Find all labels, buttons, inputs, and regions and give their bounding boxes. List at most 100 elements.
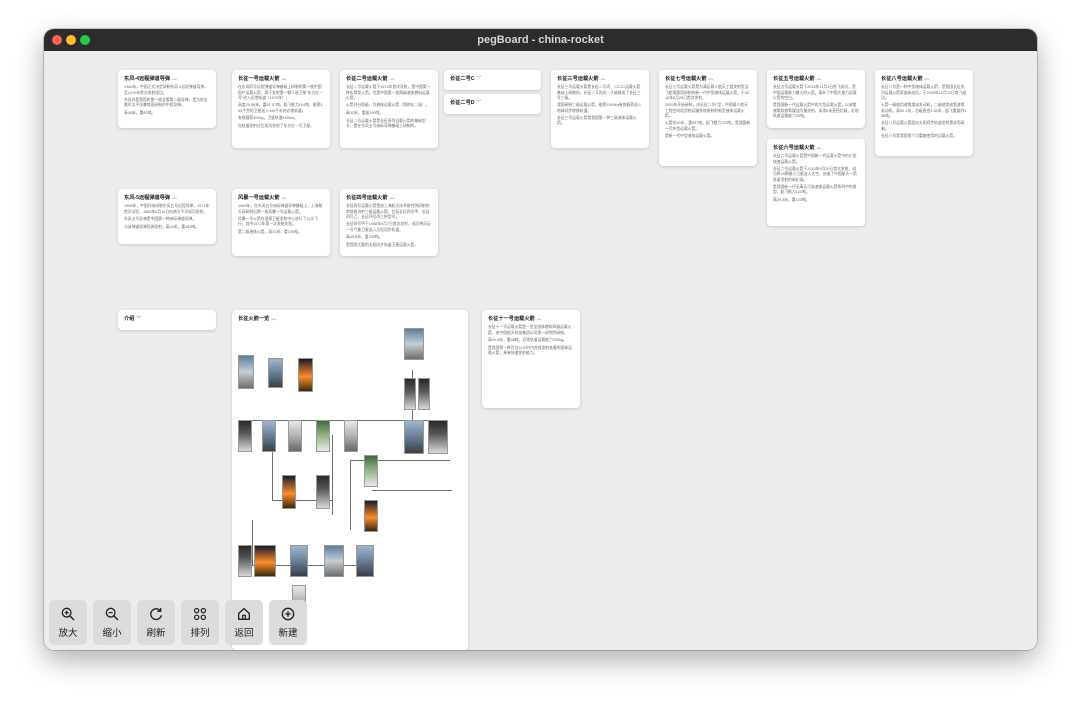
chevron-up-icon[interactable]: ︿ — [172, 76, 177, 82]
card-cz6[interactable]: 长征六号运载火箭 ︿ 长征六号运载火箭是中国新一代运载火箭中的小型快速运载火箭。 … — [767, 139, 865, 226]
card-text: 长征十一号运载火箭是一型全固体燃料四级运载火箭，由中国航天科技集团公司第一研究院… — [488, 325, 572, 335]
zoom-out-label: 缩小 — [102, 628, 122, 639]
card-text: 长征六号运载火箭于2015年9月20日首次发射，成功将20颗微小卫星送入太空，创… — [773, 167, 857, 182]
close-window-button[interactable] — [52, 35, 62, 45]
chevron-down-icon[interactable]: ﹀ — [477, 76, 482, 82]
card-title: 长征五号运载火箭 — [773, 76, 815, 82]
home-button[interactable]: 返回 — [225, 600, 263, 645]
card-title: 长征六号运载火箭 — [773, 145, 815, 151]
zoom-in-label: 放大 — [58, 628, 78, 639]
maximize-window-button[interactable] — [80, 35, 90, 45]
card-cz8[interactable]: 长征八号运载火箭 ︿ 长征八号是一种中型液体运载火箭，是我国长征系列运载火箭家族新… — [875, 70, 973, 156]
card-text: 长征五号运载火箭于2016年11月3日首飞成功，是中国运载能力最大的火箭，填补了… — [773, 85, 857, 100]
card-title: 长征二号运载火箭 — [346, 76, 388, 82]
card-title: 长征七号运载火箭 — [665, 76, 707, 82]
card-text: 有效载荷300kg，卫星轨道440km。 — [238, 116, 298, 121]
card-text: 长征三号运载火箭是长征二号丙、CZ-2C运载火箭基础上研制的，长征二号丙的二子级… — [557, 85, 641, 100]
card-title: 长征二号C — [450, 76, 475, 82]
card-cz2[interactable]: 长征二号运载火箭 ︿ 长征二号运载火箭于1974年首次发射，是中国第一种实用型火箭… — [340, 70, 438, 148]
card-text: 在轨道发射过后成功发射了东方红一号卫星。 — [238, 123, 314, 128]
chevron-up-icon[interactable]: ︿ — [390, 195, 395, 201]
card-text: 高20.8米，重58吨，近地轨道运载能力700kg。 — [488, 338, 567, 343]
minimize-window-button[interactable] — [66, 35, 76, 45]
card-text: 是我国第一种可在24小时内完成发射准备的固体运载火箭，具有快速发射能力。 — [488, 345, 572, 355]
card-cz7[interactable]: 长征七号运载火箭 ︿ 长征七号运载火箭是为满足载人航天工程发射货运飞船需要而研制的… — [659, 70, 757, 166]
card-title: 介绍 — [124, 316, 135, 322]
card-title: 长征二号D — [450, 100, 475, 106]
card-text: 风暴一号火箭在酒泉卫星发射中心进行了11次飞行，其中1972年第一次发射失败。 — [238, 217, 318, 227]
card-intro[interactable]: 介绍 ﹀ — [118, 310, 216, 330]
new-card-label: 新建 — [278, 628, 298, 639]
home-icon — [238, 608, 250, 620]
card-text: 长征二号运载火箭于1974年首次发射，是中国第一种实用型火箭，也是中国第一枚两级… — [346, 85, 431, 100]
card-title: 长征四号运载火箭 — [346, 195, 388, 201]
card-text: 长征八号运载火箭面向太阳同步轨道发射需求而研制。 — [881, 121, 965, 131]
card-text: 高29.3米，重103吨。 — [773, 197, 810, 202]
app-window: pegBoard - china-rocket 东风-4远程弹道导弹 ︿ 1965… — [44, 29, 1037, 650]
card-title: 长征十一号运载火箭 — [488, 316, 535, 322]
title-bar: pegBoard - china-rocket — [44, 29, 1037, 51]
chevron-up-icon[interactable]: ︿ — [709, 76, 714, 82]
zoom-in-icon — [61, 607, 75, 621]
card-title: 风暴一号运载火箭 — [238, 195, 280, 201]
card-family[interactable]: 长征火箭一览 ︿ — [232, 310, 468, 650]
card-text: 高度29.86米，重81.57吨，起飞推力104吨，能把300千克的卫星送入44… — [238, 103, 323, 113]
zoom-out-button[interactable]: 缩小 — [93, 600, 131, 645]
card-title: 长征三号运载火箭 — [557, 76, 599, 82]
card-text: 火箭长53米，重597吨，起飞推力720吨，是我国新一代中型运载火箭。 — [665, 121, 751, 131]
card-cz2c[interactable]: 长征二号C ﹀ — [444, 70, 541, 90]
card-text: 高28米，重82吨。 — [124, 110, 156, 115]
home-label: 返回 — [234, 628, 254, 639]
card-text: 长征二号运载火箭是长征系列运载火箭的基础型号，是在东风五号洲际导弹基础上研制的。 — [346, 118, 426, 128]
card-title: 东风-5远程弹道导弹 — [124, 195, 171, 201]
chevron-up-icon[interactable]: ︿ — [925, 76, 930, 82]
chevron-down-icon[interactable]: ﹀ — [136, 316, 141, 322]
arrange-label: 排列 — [190, 628, 210, 639]
card-text: 长征三号运载火箭是我国第一种三级液体运载火箭。 — [557, 116, 637, 126]
card-text: 1965年，中国开始研制东风五号远程导弹，1971年首次试验，1980年5月18… — [124, 204, 210, 214]
card-text: 是新一代中型液体运载火箭。 — [665, 134, 715, 139]
card-df4[interactable]: 东风-4远程弹道导弹 ︿ 1965年，中国正式决定研制东风-4远程弹道导弹，至19… — [118, 70, 216, 128]
refresh-label: 刷新 — [146, 628, 166, 639]
refresh-icon — [150, 608, 162, 621]
card-cz4[interactable]: 长征四号运载火箭 ︿ 长征四号运载火箭是由上海航天技术研究院研制的常规推进剂三级运… — [340, 189, 438, 256]
zoom-in-button[interactable]: 放大 — [49, 600, 87, 645]
chevron-up-icon[interactable]: ︿ — [817, 145, 822, 151]
card-text: 高45.8米，重249吨。 — [346, 235, 383, 240]
card-title: 长征八号运载火箭 — [881, 76, 923, 82]
refresh-button[interactable]: 刷新 — [137, 600, 175, 645]
card-text: 高32米，重量190吨。 — [346, 110, 384, 115]
chevron-up-icon[interactable]: ︿ — [390, 76, 395, 82]
arrange-button[interactable]: 排列 — [181, 600, 219, 645]
card-cz2d[interactable]: 长征二号D ﹀ — [444, 94, 541, 114]
card-text: 1965年，中国正式决定研制东风-4远程弹道导弹，至1970年首次发射成功。 — [124, 85, 208, 95]
card-df5[interactable]: 东风-5远程弹道导弹 ︿ 1965年，中国开始研制东风五号远程导弹，1971年首次… — [118, 189, 216, 244]
card-fb1[interactable]: 风暴一号运载火箭 ︿ 1969年，在东风五号洲际弹道导弹基础上，上海航天局研制出第… — [232, 189, 330, 256]
chevron-up-icon[interactable]: ︿ — [172, 195, 177, 201]
zoom-out-icon — [105, 607, 119, 621]
card-text: 长征六号运载火箭是中国新一代运载火箭中的小型快速运载火箭。 — [773, 154, 857, 164]
card-text: 在东风四号远程弹道导弹基础上研制的第一枚中国国产运载火箭，用于发射第一颗人造卫星… — [238, 85, 323, 100]
board-canvas[interactable]: 东风-4远程弹道导弹 ︿ 1965年，中国正式决定研制东风-4远程弹道导弹，至19… — [44, 51, 1037, 650]
card-text: 是我国主要的太阳同步轨道卫星运载火箭。 — [346, 242, 419, 247]
chevron-up-icon[interactable]: ︿ — [537, 316, 542, 322]
card-text: 1969年，在东风五号洲际弹道导弹基础上，上海航天局研制出第一枚风暴一号运载火箭… — [238, 204, 323, 214]
card-text: 是二级液体火箭，高33米，重190吨。 — [238, 229, 302, 234]
card-cz1[interactable]: 长征一号运载火箭 ︿ 在东风四号远程弹道导弹基础上研制的第一枚中国国产运载火箭，用… — [232, 70, 330, 148]
card-cz3[interactable]: 长征三号运载火箭 ︿ 长征三号运载火箭是长征二号丙、CZ-2C运载火箭基础上研制的… — [551, 70, 649, 148]
card-text: 长征四号运载火箭是由上海航天技术研究院研制的常规推进剂三级运载火箭，包括长征四号… — [346, 204, 430, 219]
add-icon — [281, 607, 295, 621]
card-text: 与该弹道导弹同源发射，高32米，重183吨。 — [124, 224, 200, 229]
card-text: 是我国新一代无毒无污染液体运载火箭系列中的首型，起飞推力120吨。 — [773, 185, 857, 195]
card-cz5[interactable]: 长征五号运载火箭 ︿ 长征五号运载火箭于2016年11月3日首飞成功，是中国运载能… — [767, 70, 865, 128]
card-cz11[interactable]: 长征十一号运载火箭 ︿ 长征十一号运载火箭是一型全固体燃料四级运载火箭，由中国航天… — [482, 310, 580, 408]
chevron-up-icon[interactable]: ︿ — [817, 76, 822, 82]
window-title: pegBoard - china-rocket — [477, 34, 604, 46]
chevron-up-icon[interactable]: ︿ — [601, 76, 606, 82]
rocket-family-diagram — [232, 310, 468, 650]
chevron-up-icon[interactable]: ︿ — [282, 195, 287, 201]
chevron-up-icon[interactable]: ︿ — [282, 76, 287, 82]
new-card-button[interactable]: 新建 — [269, 600, 307, 645]
chevron-down-icon[interactable]: ﹀ — [477, 100, 482, 106]
card-text: 我国研制三级运载火箭，能把1500kg有效载荷送入地球同步转移轨道。 — [557, 103, 642, 113]
